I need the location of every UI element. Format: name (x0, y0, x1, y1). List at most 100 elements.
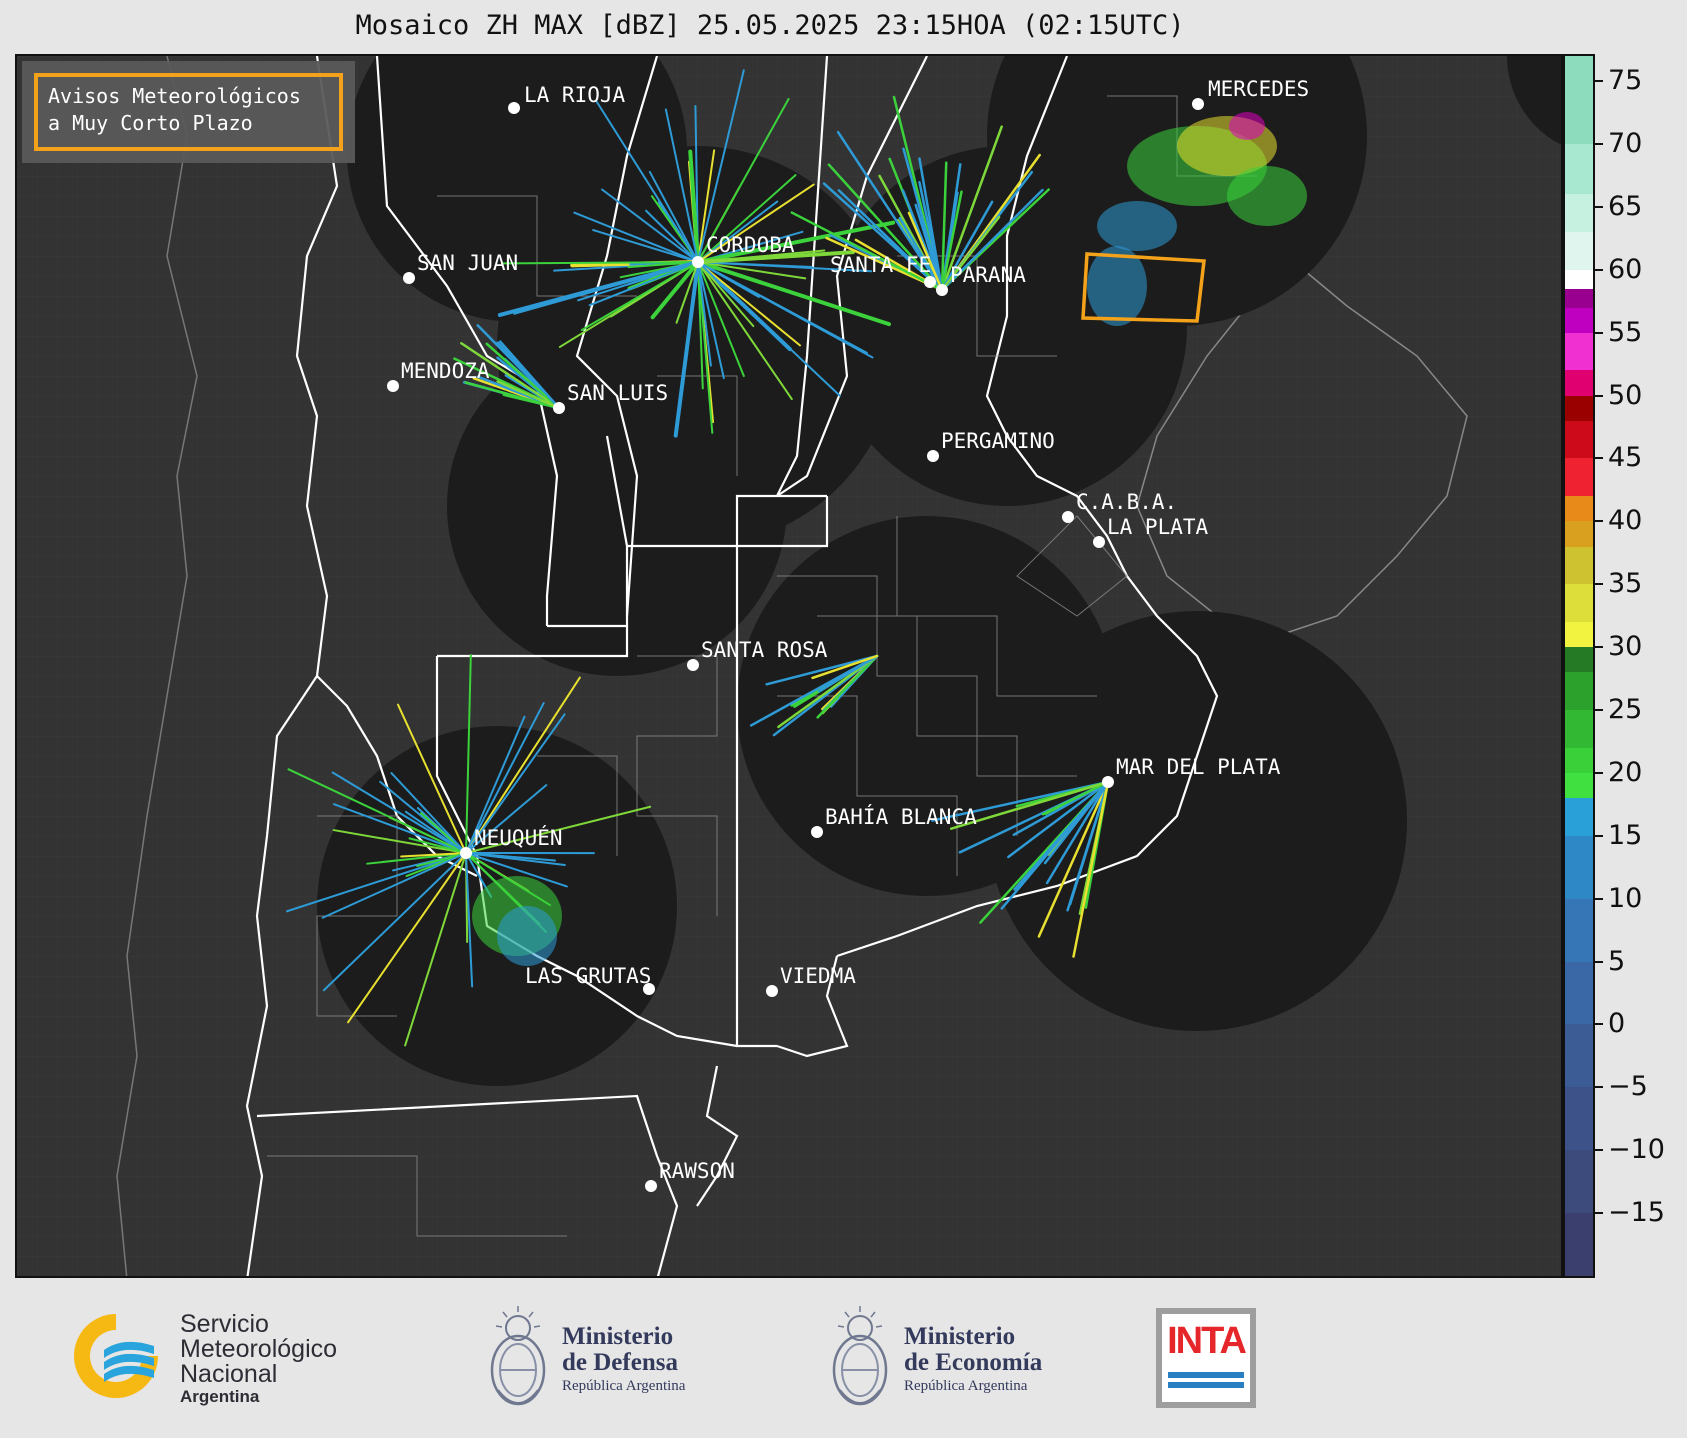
defensa-line-2: de Defensa (562, 1349, 678, 1376)
colorbar-segment (1565, 672, 1593, 710)
colorbar-segment (1565, 546, 1593, 585)
colorbar-tick-label: 5 (1608, 945, 1626, 977)
colorbar-tick-label: −10 (1608, 1134, 1665, 1166)
colorbar-segment (1565, 835, 1593, 899)
colorbar-segment (1565, 332, 1593, 371)
smn-line-2: Meteorológico (180, 1335, 338, 1363)
colorbar-tick-mark (1595, 331, 1603, 334)
national-seal-icon (490, 1306, 546, 1406)
city-marker-dot (924, 276, 936, 288)
radar-echo-cell (1097, 201, 1177, 251)
ministerio-defensa-logo[interactable]: Ministerio de Defensa República Argentin… (478, 1298, 738, 1418)
colorbar-tick-label: 40 (1608, 505, 1643, 537)
colorbar-segment (1565, 496, 1593, 522)
colorbar-segment (1565, 232, 1593, 270)
colorbar-segment (1565, 420, 1593, 459)
inta-logo[interactable]: INTA (1156, 1308, 1256, 1408)
city-marker-dot (553, 402, 565, 414)
city-marker-dot (1062, 511, 1074, 523)
city-label: MAR DEL PLATA (1116, 755, 1281, 779)
city-marker-dot (927, 450, 939, 462)
city-marker-dot (692, 256, 704, 268)
city-label: C.A.B.A. (1076, 490, 1177, 514)
city-label: PARANA (950, 263, 1026, 287)
colorbar-tick-label: 55 (1608, 316, 1643, 348)
colorbar-tick-mark (1595, 960, 1603, 963)
city-marker-dot (460, 847, 472, 859)
colorbar-tick-label: −5 (1608, 1071, 1648, 1103)
colorbar-tick-label: 20 (1608, 756, 1643, 788)
colorbar-tick-label: 30 (1608, 631, 1643, 663)
warning-line-1: Avisos Meteorológicos (48, 84, 301, 108)
colorbar-segment (1565, 521, 1593, 547)
colorbar-segment (1565, 747, 1593, 773)
radar-map[interactable]: LA RIOJA MERCEDES CORDOBA SAN JUAN SANTA FE P… (15, 54, 1563, 1278)
city-label: LAS GRUTAS (525, 964, 651, 988)
colorbar-tick-mark (1595, 394, 1603, 397)
city-label: SAN LUIS (567, 381, 668, 405)
colorbar-segment (1565, 370, 1593, 396)
colorbar-tick-label: 75 (1608, 65, 1643, 97)
colorbar-segment (1565, 898, 1593, 962)
colorbar-segment (1565, 1213, 1593, 1276)
city-marker-dot (1192, 98, 1204, 110)
city-label: MENDOZA (401, 359, 490, 383)
radar-echo-cell (1227, 166, 1307, 226)
colorbar-tick-label: 15 (1608, 819, 1643, 851)
colorbar-segment (1565, 710, 1593, 748)
city-label: SAN JUAN (417, 251, 518, 275)
colorbar-tick-label: 25 (1608, 694, 1643, 726)
radar-disc-mar-del-plata (987, 611, 1407, 1031)
city-marker-dot (936, 284, 948, 296)
inta-wordmark: INTA (1167, 1320, 1247, 1362)
map-title: Mosaico ZH MAX [dBZ] 25.05.2025 23:15HOA… (355, 10, 1185, 41)
smn-line-4: Argentina (180, 1387, 260, 1406)
colorbar-segment (1565, 584, 1593, 622)
city-marker-dot (1093, 536, 1105, 548)
colorbar-tick-label: 50 (1608, 379, 1643, 411)
colorbar-tick-mark (1595, 583, 1603, 586)
colorbar-tick-label: 45 (1608, 442, 1643, 474)
national-seal-icon (832, 1306, 888, 1406)
city-marker-dot (387, 380, 399, 392)
city-marker-dot (811, 826, 823, 838)
city-label: VIEDMA (780, 964, 856, 988)
reflectivity-colorbar (1563, 54, 1595, 1278)
city-marker-dot (645, 1180, 657, 1192)
map-canvas: LA RIOJA MERCEDES CORDOBA SAN JUAN SANTA FE P… (17, 56, 1561, 1276)
colorbar-segment (1565, 194, 1593, 233)
colorbar-tick-mark (1595, 771, 1603, 774)
colorbar-tick-label: 35 (1608, 568, 1643, 600)
colorbar-segment (1565, 56, 1593, 145)
colorbar-tick-mark (1595, 457, 1603, 460)
city-label: BAHÍA BLANCA (825, 804, 977, 829)
warning-line-2: a Muy Corto Plazo (48, 111, 253, 135)
colorbar-tick-mark (1595, 834, 1603, 837)
city-label: SANTA ROSA (701, 638, 828, 662)
colorbar-tick-mark (1595, 1086, 1603, 1089)
colorbar-segment (1565, 269, 1593, 289)
smn-logo[interactable]: Servicio Meteorológico Nacional Argentin… (66, 1306, 386, 1406)
colorbar-segment (1565, 458, 1593, 497)
colorbar-tick-mark (1595, 143, 1603, 146)
economia-line-1: Ministerio (904, 1323, 1016, 1350)
radar-echo-cell (497, 906, 557, 966)
ministerio-economia-logo[interactable]: Ministerio de Economía República Argenti… (820, 1298, 1080, 1418)
city-label: LA PLATA (1107, 515, 1209, 539)
colorbar-tick-mark (1595, 646, 1603, 649)
colorbar-segment (1565, 798, 1593, 836)
colorbar-tick-mark (1595, 520, 1603, 523)
colorbar-tick-label: 70 (1608, 128, 1643, 160)
city-label: NEUQUÉN (474, 825, 563, 850)
warning-legend-box[interactable]: Avisos Meteorológicos a Muy Corto Plazo (22, 61, 355, 163)
city-marker-dot (508, 102, 520, 114)
city-label: MERCEDES (1208, 77, 1309, 101)
colorbar-segment (1565, 395, 1593, 421)
city-label: CORDOBA (706, 233, 795, 257)
colorbar-tick-label: 65 (1608, 190, 1643, 222)
city-marker-dot (766, 985, 778, 997)
colorbar-tick-label: 60 (1608, 253, 1643, 285)
city-marker-dot (403, 272, 415, 284)
inta-stripe-2 (1168, 1382, 1244, 1388)
colorbar-tick-label: 0 (1608, 1008, 1626, 1040)
